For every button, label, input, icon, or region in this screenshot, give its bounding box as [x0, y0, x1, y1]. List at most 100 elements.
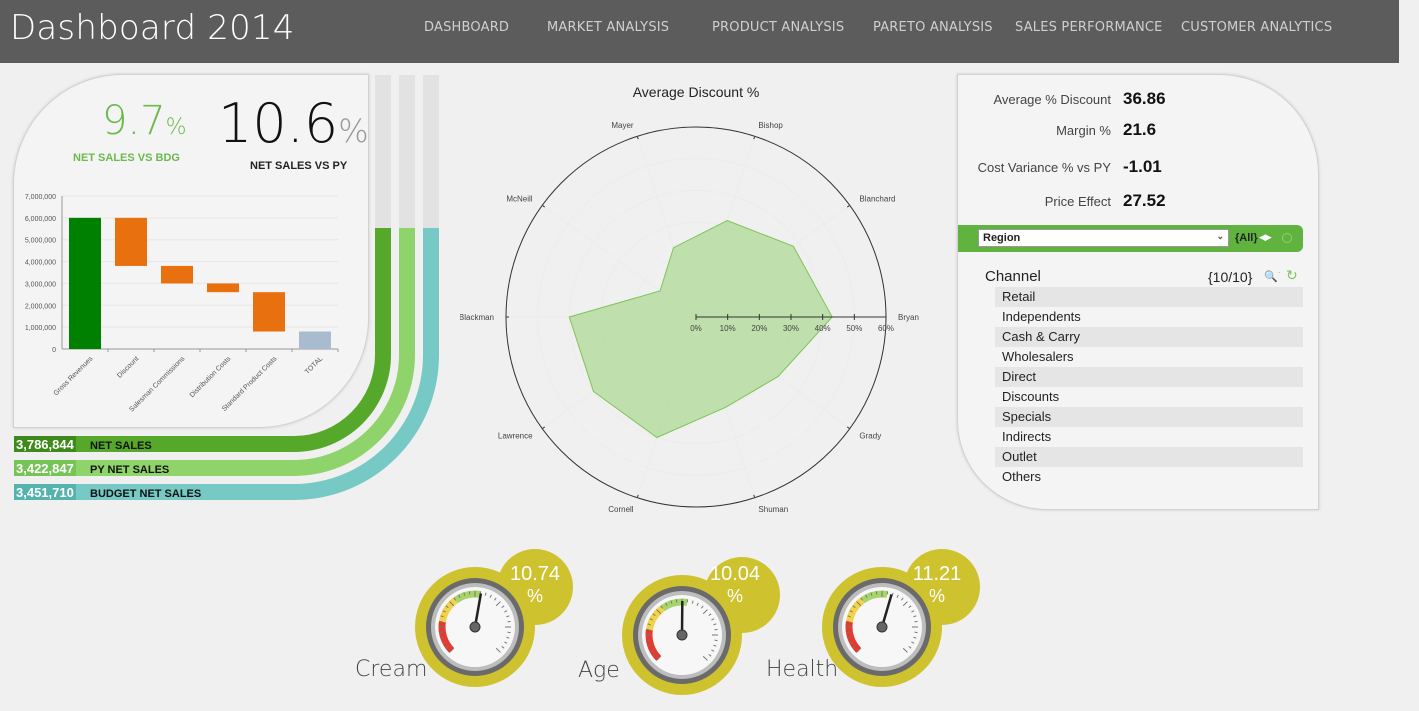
y-tick-label: 6,000,000	[25, 216, 56, 223]
waterfall-bar	[253, 292, 285, 332]
metric-value: 36.86	[1123, 89, 1166, 108]
net-sales-vs-py-label: NET SALES VS PY	[250, 160, 348, 172]
gauge-label-cream: Cream	[355, 657, 428, 682]
radar-category-label: McNeill	[506, 194, 532, 203]
gauge-pivot	[469, 621, 481, 633]
radar-tick	[846, 204, 851, 208]
arc-track-2	[399, 75, 415, 228]
gauge-value-age: 10.04%	[709, 563, 761, 606]
gauge-label-age: Age	[578, 658, 620, 683]
radar-category-label: Mayer	[611, 121, 634, 130]
radar-axis-label: 40%	[815, 324, 831, 333]
x-tick-label: TOTAL	[304, 355, 325, 376]
search-icon[interactable]: 🔍˙	[1264, 270, 1281, 283]
channel-item-discounts[interactable]: Discounts	[995, 387, 1303, 407]
radar-tick	[636, 494, 639, 498]
region-all-label[interactable]: {All}	[1235, 232, 1258, 244]
channel-item-cash-carry[interactable]: Cash & Carry	[995, 327, 1303, 347]
metric-margin: Margin % 21.6	[960, 120, 1320, 142]
arc-track-1	[375, 75, 391, 228]
channel-item-indirects[interactable]: Indirects	[995, 427, 1303, 447]
budget-net-sales-value: 3,451,710	[16, 485, 74, 500]
net-sales-vs-bdg-value: 9.7%	[102, 98, 187, 144]
py-net-sales-label: PY NET SALES	[90, 464, 169, 476]
radar-tick	[753, 494, 756, 498]
metric-avg-discount: Average % Discount 36.86	[960, 89, 1320, 111]
metric-value: 27.52	[1123, 191, 1166, 210]
gauge-value-cream: 10.74%	[509, 563, 561, 606]
nav-pareto-analysis[interactable]: PARETO ANALYSIS	[873, 20, 993, 35]
metric-label: Cost Variance % vs PY	[977, 160, 1111, 175]
radar-category-label: Blanchard	[859, 194, 895, 203]
gauge-pivot	[676, 629, 688, 641]
region-select-value: Region	[983, 232, 1021, 244]
net-sales-value: 3,786,844	[16, 437, 75, 452]
y-tick-label: 4,000,000	[25, 260, 56, 267]
region-select[interactable]: Region ⌄	[978, 229, 1229, 247]
nav-sales-performance[interactable]: SALES PERFORMANCE	[1015, 20, 1163, 35]
channel-item-outlet[interactable]: Outlet	[995, 447, 1303, 467]
x-tick-label: Salesman Commissions	[128, 355, 186, 413]
channel-list: Retail Independents Cash & Carry Wholesa…	[995, 287, 1303, 487]
channel-item-others[interactable]: Others	[995, 467, 1303, 487]
radar-axis-label: 60%	[878, 324, 894, 333]
gauge-value-health: 11.21%	[912, 563, 962, 606]
radar-axis-label: 0%	[690, 324, 702, 333]
channel-item-wholesalers[interactable]: Wholesalers	[995, 347, 1303, 367]
channel-title: Channel	[985, 268, 1041, 285]
y-tick-label: 3,000,000	[25, 281, 56, 288]
y-tick-label: 2,000,000	[25, 303, 56, 310]
radar-category-label: Bryan	[898, 313, 919, 322]
nav-market-analysis[interactable]: MARKET ANALYSIS	[547, 20, 669, 35]
radar-tick	[541, 426, 546, 430]
nav-customer-analytics[interactable]: CUSTOMER ANALYTICS	[1181, 20, 1332, 35]
chevron-down-icon: ⌄	[1216, 231, 1224, 241]
py-net-sales-value: 3,422,847	[16, 461, 74, 476]
x-tick-label: Discount	[116, 355, 140, 379]
waterfall-bar	[299, 331, 331, 349]
reset-icon[interactable]: ↻	[1286, 267, 1298, 284]
arc-track-3	[423, 75, 439, 228]
radar-category-label: Cornell	[608, 505, 634, 514]
radar-chart: Bryan Grady Shuman Cornell Lawrence Blackman M…	[460, 121, 919, 514]
y-tick-label: 7,000,000	[25, 194, 56, 201]
radar-title: Average Discount %	[632, 84, 760, 100]
budget-net-sales-label: BUDGET NET SALES	[90, 488, 201, 500]
waterfall-bar	[207, 283, 239, 293]
metric-label: Average % Discount	[993, 92, 1111, 107]
gauge-pivot	[876, 621, 888, 633]
channel-item-specials[interactable]: Specials	[995, 407, 1303, 427]
radar-category-label: Shuman	[758, 505, 788, 514]
radar-axis-label: 20%	[751, 324, 767, 333]
waterfall-chart: 0 1,000,000 2,000,000 3,000,000 4,000,000 5,0…	[25, 194, 339, 414]
metric-price-effect: Price Effect 27.52	[960, 191, 1320, 213]
clear-circle-icon[interactable]	[1282, 233, 1292, 243]
x-tick-label: Standard Product Costs	[221, 355, 279, 413]
y-tick-label: 5,000,000	[25, 238, 56, 245]
y-tick-label: 0	[52, 347, 56, 354]
metric-label: Margin %	[1056, 123, 1111, 138]
waterfall-bar	[115, 217, 147, 266]
channel-item-retail[interactable]: Retail	[995, 287, 1303, 307]
gauge-label-health: Health	[766, 657, 839, 682]
waterfall-bar	[161, 265, 193, 284]
channel-count: {10/10}	[1208, 269, 1253, 285]
radar-tick	[753, 136, 756, 140]
nav-product-analysis[interactable]: PRODUCT ANALYSIS	[712, 20, 844, 35]
radar-axis-label: 50%	[846, 324, 862, 333]
metric-label: Price Effect	[1044, 194, 1111, 209]
expand-arrows-icon[interactable]: ◀▶	[1259, 232, 1272, 243]
channel-item-direct[interactable]: Direct	[995, 367, 1303, 387]
channel-item-independents[interactable]: Independents	[995, 307, 1303, 327]
waterfall-bar	[69, 217, 101, 349]
radar-tick	[846, 426, 851, 430]
radar-category-label: Lawrence	[498, 432, 533, 441]
net-sales-label: NET SALES	[90, 440, 152, 452]
net-sales-vs-py-value: 10.6%	[218, 92, 369, 155]
radar-axis-label: 30%	[783, 324, 799, 333]
radar-tick	[636, 136, 639, 140]
radar-tick	[541, 204, 546, 208]
radar-category-label: Blackman	[460, 313, 494, 322]
radar-axis-label: 10%	[720, 324, 736, 333]
x-tick-label: Distribution Costs	[189, 355, 233, 399]
